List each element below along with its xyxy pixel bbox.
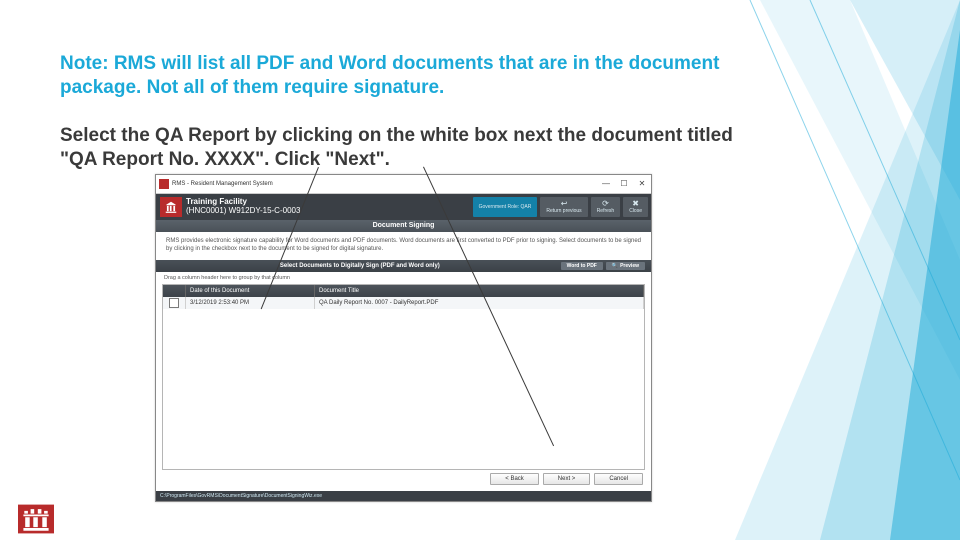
back-button[interactable]: < Back (490, 473, 539, 485)
facility-block: Training Facility (HNC0001) W912DY-15-C-… (186, 198, 300, 216)
col-checkbox (163, 285, 186, 297)
group-hint: Drag a column header here to group by th… (156, 272, 651, 284)
select-bar-label: Select Documents to Digitally Sign (PDF … (162, 263, 558, 269)
window-title: RMS - Resident Management System (172, 181, 273, 187)
word-to-pdf-button[interactable]: Word to PDF (561, 262, 603, 270)
refresh-icon: ⟳ (602, 200, 609, 208)
select-bar: Select Documents to Digitally Sign (PDF … (156, 260, 651, 272)
section-description: RMS provides electronic signature capabi… (156, 232, 651, 260)
usace-castle-icon (18, 504, 54, 534)
app-header: Training Facility (HNC0001) W912DY-15-C-… (156, 194, 651, 220)
back-arrow-icon: ↩ (561, 200, 568, 208)
section-title: Document Signing (156, 220, 651, 232)
minimize-button[interactable]: — (597, 177, 615, 191)
usace-logo-icon (160, 197, 182, 217)
grid-header: Date of this Document Document Title (163, 285, 644, 297)
close-icon: ✖ (632, 200, 639, 208)
status-bar: C:\ProgramFiles\GovRMS\DocumentSignature… (156, 491, 651, 501)
documents-grid: Date of this Document Document Title 3/1… (162, 284, 645, 470)
next-button[interactable]: Next > (543, 473, 591, 485)
return-previous-button[interactable]: ↩Return previous (540, 197, 587, 217)
facility-sub: (HNC0001) W912DY-15-C-0003 (186, 207, 300, 216)
gov-role-button[interactable]: Government Role: QAR (473, 197, 538, 217)
decorative-triangles (700, 0, 960, 540)
preview-button[interactable]: 🔍Preview (606, 262, 645, 270)
row-checkbox[interactable] (169, 298, 179, 308)
row-title: QA Daily Report No. 0007 - DailyReport.P… (315, 297, 644, 309)
rms-window: RMS - Resident Management System — ☐ ✕ T… (155, 174, 652, 502)
grid-empty-area (163, 309, 644, 469)
close-button[interactable]: ✖Close (623, 197, 648, 217)
maximize-button[interactable]: ☐ (615, 177, 633, 191)
instruction-text: Select the QA Report by clicking on the … (60, 124, 760, 172)
wizard-footer: < Back Next > Cancel (156, 469, 651, 489)
window-titlebar: RMS - Resident Management System — ☐ ✕ (156, 175, 651, 194)
note-text: Note: RMS will list all PDF and Word doc… (60, 52, 760, 100)
app-icon (159, 179, 169, 189)
table-row[interactable]: 3/12/2019 2:53:40 PM QA Daily Report No.… (163, 297, 644, 309)
cancel-button[interactable]: Cancel (594, 473, 643, 485)
refresh-button[interactable]: ⟳Refresh (591, 197, 621, 217)
col-date[interactable]: Date of this Document (186, 285, 315, 297)
slide: Note: RMS will list all PDF and Word doc… (0, 0, 960, 540)
magnifier-icon: 🔍 (612, 263, 618, 269)
close-window-button[interactable]: ✕ (633, 177, 651, 191)
row-date: 3/12/2019 2:53:40 PM (186, 297, 315, 309)
